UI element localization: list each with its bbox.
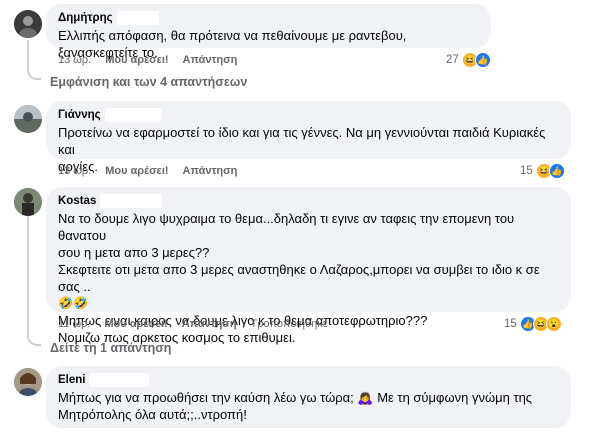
comment-meta: 11 ώρ. Μου αρέσει! Απάντηση Τροποποιήθηκ…: [58, 316, 328, 332]
reaction-count: 15: [520, 165, 533, 177]
redaction-box: [104, 108, 161, 122]
reaction-summary[interactable]: 27 😆 👍: [446, 51, 491, 69]
avatar[interactable]: [14, 188, 42, 216]
reply-button[interactable]: Απάντηση: [182, 318, 237, 330]
thread-line: [27, 216, 29, 338]
thread-line: [27, 40, 29, 72]
redaction-box: [100, 194, 163, 208]
view-replies-link[interactable]: Εμφάνιση και των 4 απαντήσεων: [50, 75, 247, 89]
comment-text-line: Μήπως για να προωθήσει την καύση λέω γω …: [58, 390, 533, 405]
reaction-summary[interactable]: 15 😆 👍: [520, 162, 565, 180]
avatar[interactable]: [14, 10, 42, 38]
comment-meta: 13 ώρ. Μου αρέσει! Απάντηση: [58, 52, 251, 68]
reply-button[interactable]: Απάντηση: [183, 165, 238, 177]
comment-text-line: σου η μετα απο 3 μερες??: [58, 245, 210, 260]
thread-curve: [27, 336, 41, 346]
comment-time[interactable]: 13 ώρ.: [58, 165, 91, 177]
view-replies-link[interactable]: Δείτε τη 1 απάντηση: [50, 341, 171, 355]
comment-author[interactable]: Eleni: [58, 374, 85, 386]
like-button[interactable]: Μου αρέσει!: [104, 318, 167, 330]
reply-button[interactable]: Απάντηση: [183, 54, 238, 66]
comment-time[interactable]: 13 ώρ.: [58, 54, 91, 66]
comment-text-line: Προτείνω να εφαρμοστεί το ίδιο και για τ…: [58, 125, 546, 157]
redaction-box: [89, 373, 150, 387]
comment-bubble: Δημήτρης Ελλιπής απόφαση, θα πρότεινα να…: [46, 4, 491, 60]
edited-label[interactable]: Τροποποιήθηκε: [251, 318, 328, 330]
reaction-count: 27: [446, 54, 459, 66]
like-button[interactable]: Μου αρέσει!: [105, 54, 168, 66]
comment-time[interactable]: 11 ώρ.: [58, 318, 90, 330]
comment-text-line: Μητρόπολης όλα αυτά;;..ντροπή!: [58, 407, 247, 422]
like-reaction-icon: 👍: [474, 52, 491, 68]
comment-text: Μήπως για να προωθήσει την καύση λέω γω …: [58, 389, 559, 423]
wow-reaction-icon: 😮: [545, 316, 562, 332]
comment-text-line: Σκεφτειτε οτι μετα απο 3 μερες αναστηθηκ…: [58, 262, 540, 294]
comment-text-line: Να το δουμε λιγο ψυχραιμα το θεμα...δηλα…: [58, 211, 515, 243]
reaction-summary[interactable]: 15 👍 😆 😮: [504, 315, 562, 333]
comment-meta: 13 ώρ. Μου αρέσει! Απάντηση: [58, 163, 251, 179]
reaction-count: 15: [504, 318, 517, 330]
comment-author[interactable]: Δημήτρης: [58, 12, 113, 24]
comment-author[interactable]: Γιάννης: [58, 109, 101, 121]
thread-curve: [27, 70, 41, 80]
comment-bubble: Kostas Να το δουμε λιγο ψυχραιμα το θεμα…: [46, 187, 571, 345]
comment-author[interactable]: Kostas: [58, 195, 96, 207]
comment-emoji-line: 🤣🤣: [58, 296, 88, 310]
comment-bubble: Γιάννης Προτείνω να εφαρμοστεί το ίδιο κ…: [46, 101, 571, 174]
avatar[interactable]: [14, 105, 42, 133]
like-reaction-icon: 👍: [548, 163, 565, 179]
like-button[interactable]: Μου αρέσει!: [105, 165, 168, 177]
comment-bubble: Eleni Μήπως για να προωθήσει την καύση λ…: [46, 366, 571, 428]
redaction-box: [116, 11, 159, 25]
avatar[interactable]: [14, 368, 42, 396]
